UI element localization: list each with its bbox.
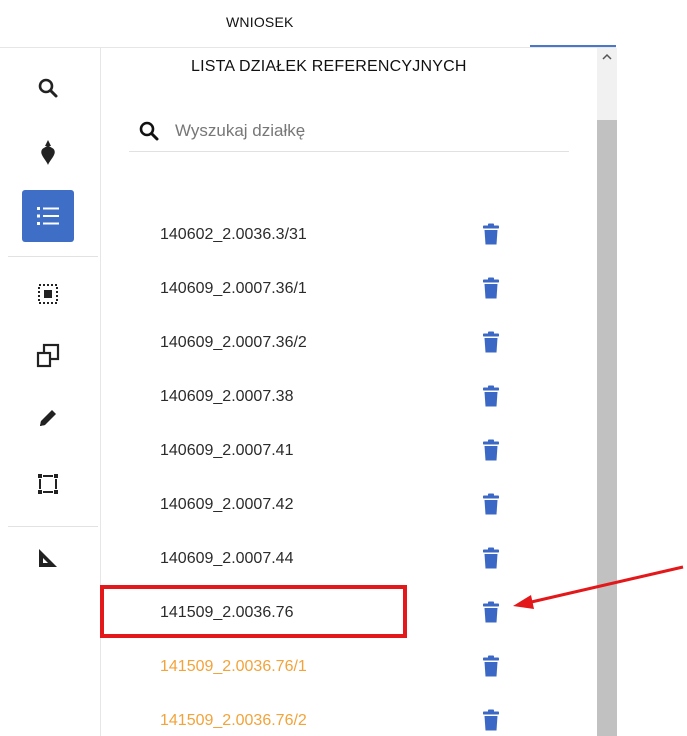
- list-item[interactable]: 141509_2.0036.76/2: [101, 694, 597, 736]
- parcel-label: 140609_2.0007.41: [160, 442, 294, 459]
- chevron-up-icon: [602, 48, 612, 66]
- trash-icon[interactable]: [483, 547, 499, 569]
- parcel-search: [129, 110, 569, 152]
- toolbar-divider: [8, 526, 98, 527]
- annotation-arrow: [513, 565, 684, 609]
- parcel-search-input[interactable]: [175, 120, 535, 141]
- parcel-label: 141509_2.0036.76/1: [160, 658, 307, 675]
- list-item[interactable]: 140609_2.0007.36/2: [101, 316, 597, 370]
- list-item[interactable]: 140609_2.0007.36/1: [101, 262, 597, 316]
- edit-tool-button[interactable]: [22, 392, 74, 444]
- trash-icon[interactable]: [483, 655, 499, 677]
- page-title: WNIOSEK: [226, 14, 294, 30]
- list-item[interactable]: 140609_2.0007.42: [101, 478, 597, 532]
- crop-tool-button[interactable]: [22, 126, 74, 178]
- trash-icon[interactable]: [483, 493, 499, 515]
- scrollbar[interactable]: [597, 48, 617, 736]
- copy-tool-button[interactable]: [22, 330, 74, 382]
- copy-icon: [35, 343, 61, 369]
- parcel-label: 140609_2.0007.36/1: [160, 280, 307, 297]
- search-icon: [137, 119, 161, 143]
- left-toolbar: [8, 48, 98, 736]
- select-area-tool-button[interactable]: [22, 458, 74, 510]
- list-item[interactable]: 140609_2.0007.41: [101, 424, 597, 478]
- measure-tool-button[interactable]: [22, 532, 74, 584]
- beet-icon: [36, 138, 60, 166]
- parcel-label: 140609_2.0007.42: [160, 496, 294, 513]
- select-area-icon: [36, 472, 60, 496]
- ruler-triangle-icon: [37, 547, 59, 569]
- list-tool-button[interactable]: [22, 190, 74, 242]
- trash-icon[interactable]: [483, 601, 499, 623]
- parcel-label: 141509_2.0036.76/2: [160, 712, 307, 729]
- select-inside-tool-button[interactable]: [22, 268, 74, 320]
- parcel-label: 140609_2.0007.36/2: [160, 334, 307, 351]
- list-item[interactable]: 141509_2.0036.76/1: [101, 640, 597, 694]
- select-inside-icon: [36, 282, 60, 306]
- list-icon: [36, 205, 60, 227]
- parcel-list: 140602_2.0036.3/31 140609_2.0007.36/1 1406…: [101, 208, 597, 736]
- scrollbar-thumb[interactable]: [597, 120, 617, 736]
- parcel-label: 140609_2.0007.38: [160, 388, 294, 405]
- annotation-highlight-box: [100, 585, 407, 638]
- list-item[interactable]: 140602_2.0036.3/31: [101, 208, 597, 262]
- trash-icon[interactable]: [483, 385, 499, 407]
- trash-icon[interactable]: [483, 223, 499, 245]
- trash-icon[interactable]: [483, 277, 499, 299]
- trash-icon[interactable]: [483, 439, 499, 461]
- trash-icon[interactable]: [483, 331, 499, 353]
- toolbar-divider: [8, 256, 98, 257]
- parcel-label: 140602_2.0036.3/31: [160, 226, 307, 243]
- pencil-icon: [36, 406, 60, 430]
- search-icon: [36, 76, 60, 100]
- search-tool-button[interactable]: [22, 62, 74, 114]
- list-item[interactable]: 140609_2.0007.38: [101, 370, 597, 424]
- panel-title: LISTA DZIAŁEK REFERENCYJNYCH: [191, 58, 467, 75]
- scroll-up-button[interactable]: [597, 48, 617, 66]
- trash-icon[interactable]: [483, 709, 499, 731]
- parcel-label: 140609_2.0007.44: [160, 550, 294, 567]
